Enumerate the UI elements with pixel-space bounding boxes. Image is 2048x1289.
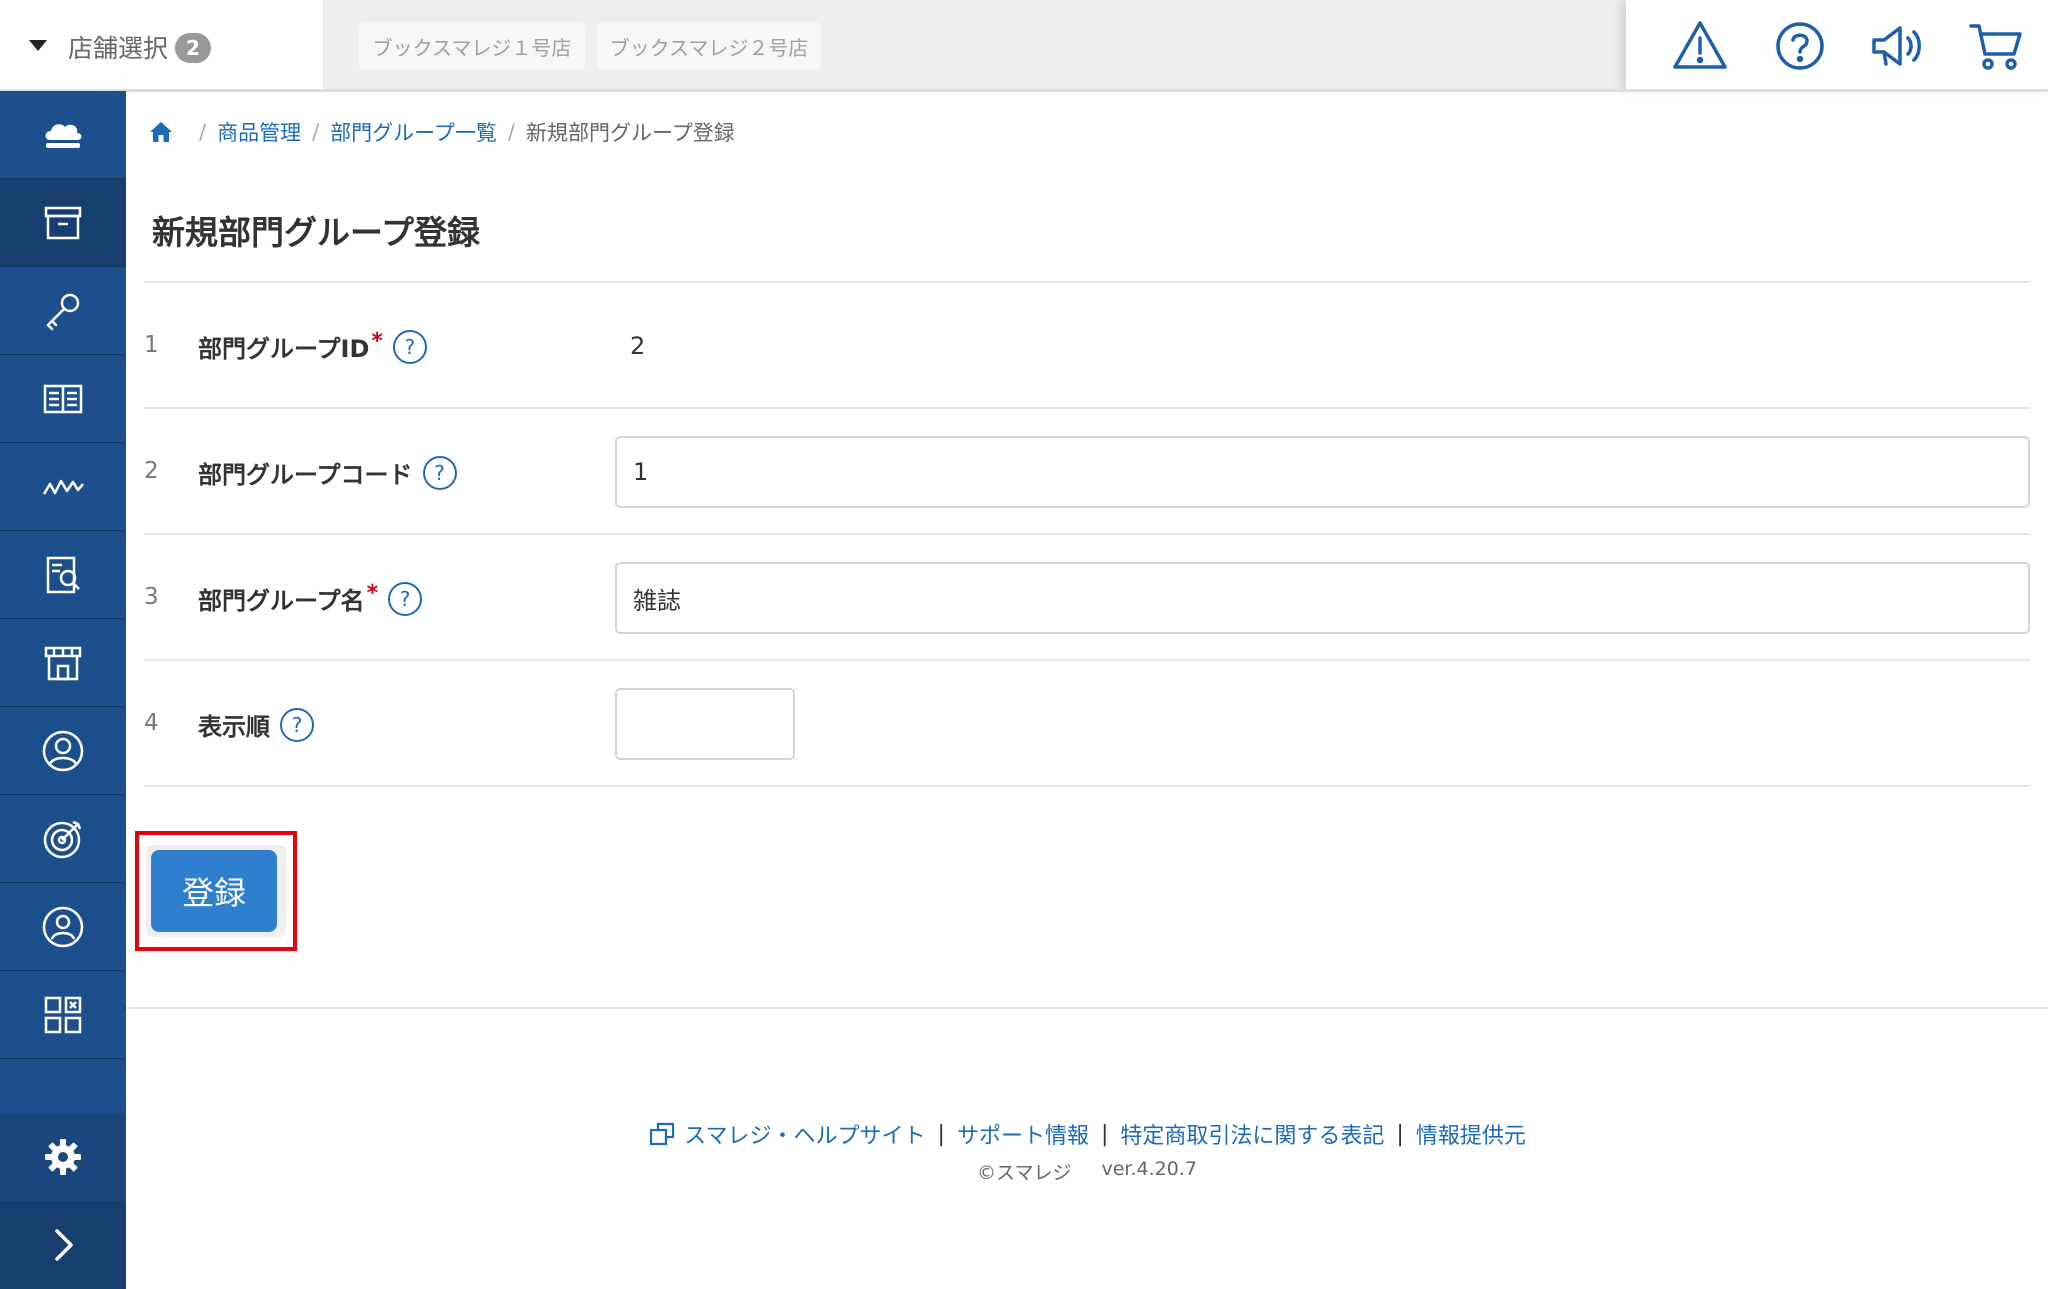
help-icon[interactable]: ?: [388, 581, 423, 616]
cart-icon[interactable]: [1966, 16, 2026, 76]
content-divider: [126, 1007, 2048, 1009]
footer-links: スマレジ・ヘルプサイト | サポート情報 | 特定商取引法に関する表記 | 情報…: [126, 1118, 2048, 1150]
external-window-icon: [650, 1122, 675, 1146]
field-label-text: 部門グループコード: [198, 461, 413, 489]
group-code-input[interactable]: [615, 436, 2030, 508]
footer-link-data-source[interactable]: 情報提供元: [1416, 1118, 1526, 1150]
register-button[interactable]: 登録: [151, 850, 277, 932]
top-bar: 店舗選択 2 ブックスマレジ１号店 ブックスマレジ２号店: [0, 0, 2048, 92]
page-title: 新規部門グループ登録: [152, 213, 481, 252]
form-divider: [144, 659, 2030, 661]
field-label-text: 表示順: [198, 713, 270, 741]
apps-grid-icon: [44, 996, 82, 1033]
target-icon: [43, 820, 82, 858]
footer-link-help-site[interactable]: スマレジ・ヘルプサイト: [684, 1118, 925, 1150]
breadcrumb-link-products[interactable]: 商品管理: [217, 117, 301, 147]
footer-copyright: ©スマレジ ver.4.20.7: [126, 1158, 2048, 1185]
sidebar-item-target[interactable]: [0, 795, 126, 883]
breadcrumb-current: 新規部門グループ登録: [525, 121, 735, 145]
sidebar-item-reports[interactable]: [0, 531, 126, 619]
required-mark: *: [366, 581, 379, 606]
footer-separator: |: [1396, 1121, 1404, 1147]
row-number: 1: [144, 332, 159, 358]
version-text: ver.4.20.7: [1101, 1158, 1197, 1180]
field-label-text: 部門グループID: [198, 335, 370, 363]
field-label-group-name: 部門グループ名 * ?: [198, 581, 423, 616]
copyright-text: ©スマレジ: [977, 1162, 1072, 1184]
row-number: 3: [144, 584, 159, 610]
help-icon[interactable]: ?: [280, 707, 314, 742]
breadcrumb-separator: /: [199, 120, 207, 144]
form-divider: [144, 407, 2030, 409]
field-label-text: 部門グループ名: [198, 587, 365, 615]
help-icon[interactable]: ?: [422, 455, 457, 490]
selected-stores-bar: ブックスマレジ１号店 ブックスマレジ２号店: [323, 0, 1626, 91]
store-count-badge: 2: [175, 33, 211, 63]
form-divider: [144, 785, 2030, 787]
key-icon: [46, 293, 80, 330]
sidebar-item-products[interactable]: [0, 179, 126, 267]
report-search-icon: [46, 556, 80, 593]
display-order-input[interactable]: [615, 688, 795, 760]
store-chip[interactable]: ブックスマレジ１号店: [359, 22, 585, 70]
form-divider: [144, 281, 2030, 283]
breadcrumb-link-dept-group-list[interactable]: 部門グループ一覧: [330, 117, 497, 147]
warning-icon[interactable]: [1670, 16, 1730, 76]
help-icon[interactable]: ?: [392, 329, 427, 364]
breadcrumb-separator: /: [312, 120, 320, 144]
megaphone-icon[interactable]: [1868, 16, 1928, 76]
sidebar-settings-button[interactable]: [0, 1113, 126, 1201]
field-label-display-order: 表示順 ?: [198, 707, 314, 742]
sidebar-item-customers[interactable]: [0, 707, 126, 795]
breadcrumb: / 商品管理 / 部門グループ一覧 / 新規部門グループ登録: [148, 117, 735, 147]
store-chip[interactable]: ブックスマレジ２号店: [597, 22, 821, 70]
store-select-dropdown[interactable]: 店舗選択 2: [0, 0, 323, 91]
sidebar-item-book[interactable]: [0, 355, 126, 443]
group-name-input[interactable]: [615, 562, 2030, 634]
form-divider: [144, 533, 2030, 535]
archive-box-icon: [44, 206, 82, 239]
row-number: 4: [144, 710, 159, 736]
settings-gear-icon: [45, 1139, 81, 1175]
customer-icon: [42, 730, 84, 771]
cloud-icon: [45, 123, 82, 148]
sidebar-item-cloud[interactable]: [0, 91, 126, 179]
sidebar-item-analytics[interactable]: [0, 443, 126, 531]
required-mark: *: [371, 329, 383, 354]
store-icon: [44, 646, 82, 680]
sidebar-item-apps[interactable]: [0, 971, 126, 1059]
caret-down-icon: [29, 40, 47, 51]
sidebar-expand-button[interactable]: [0, 1201, 126, 1289]
footer-link-support[interactable]: サポート情報: [957, 1118, 1089, 1150]
breadcrumb-separator: /: [507, 120, 515, 144]
field-label-group-code: 部門グループコード ?: [198, 455, 457, 490]
group-id-value: 2: [630, 332, 646, 360]
footer-link-legal[interactable]: 特定商取引法に関する表記: [1120, 1118, 1384, 1150]
footer-separator: |: [937, 1121, 945, 1147]
sidebar-item-key[interactable]: [0, 267, 126, 355]
chevron-right-icon: [55, 1229, 73, 1261]
footer-separator: |: [1100, 1121, 1109, 1147]
staff-icon: [42, 906, 84, 947]
sidebar-item-store[interactable]: [0, 619, 126, 707]
sidebar: [0, 91, 126, 1289]
sidebar-item-staff[interactable]: [0, 883, 126, 971]
top-bar-divider: [0, 89, 2048, 92]
field-label-group-id: 部門グループID * ?: [198, 329, 427, 364]
help-circle-icon[interactable]: [1770, 16, 1830, 76]
store-select-label: 店舗選択: [68, 34, 169, 63]
chart-line-icon: [42, 479, 84, 495]
home-icon[interactable]: [148, 119, 174, 145]
book-icon: [43, 384, 83, 413]
row-number: 2: [144, 458, 159, 484]
top-icon-bar: [1626, 0, 2048, 91]
